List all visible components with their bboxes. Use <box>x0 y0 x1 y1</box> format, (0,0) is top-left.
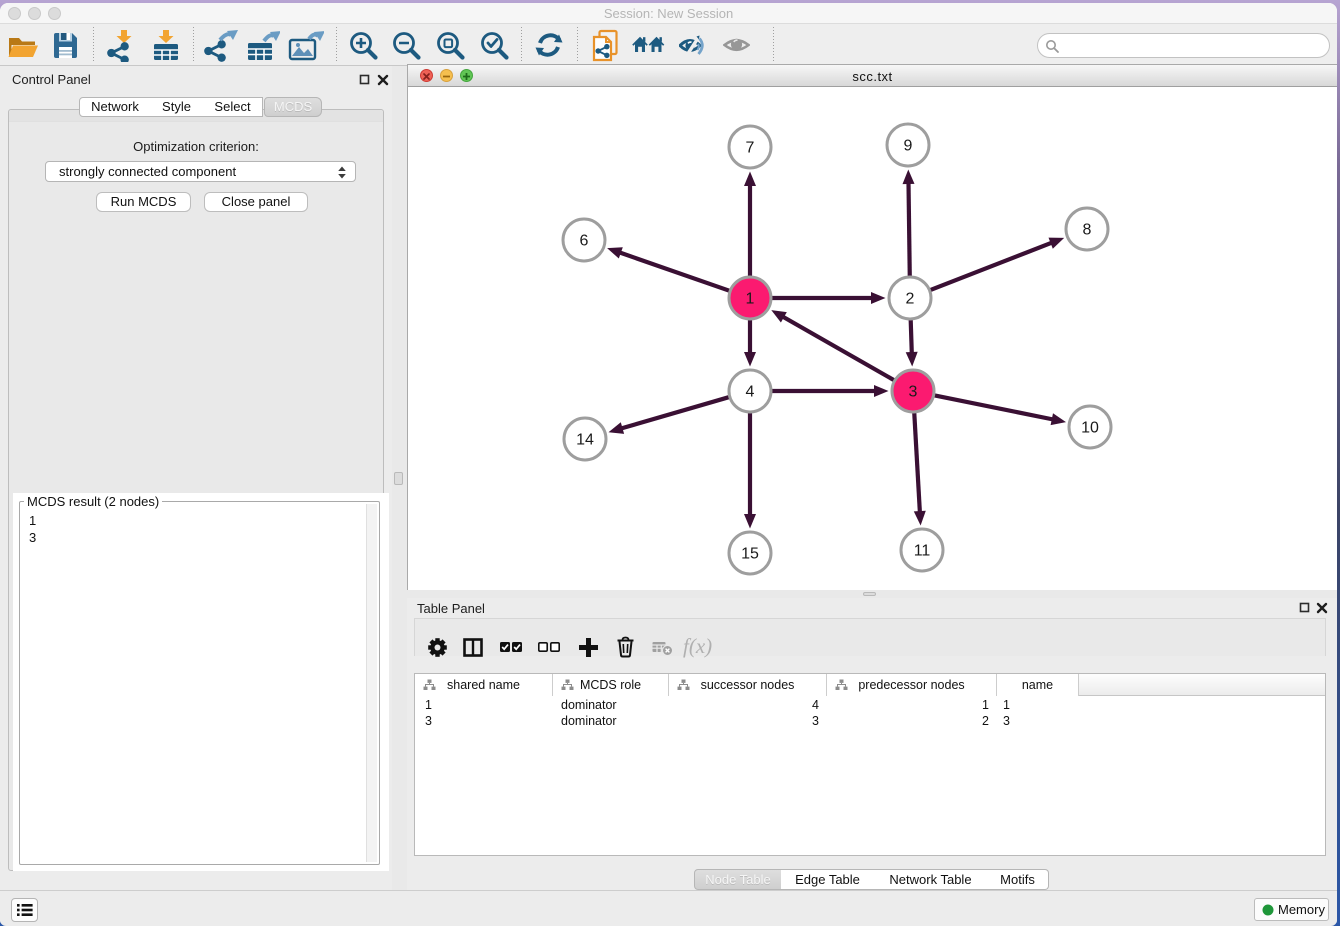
svg-text:1: 1 <box>746 291 755 308</box>
svg-text:9: 9 <box>904 138 913 155</box>
svg-text:3: 3 <box>909 384 918 401</box>
svg-text:7: 7 <box>746 140 755 157</box>
svg-text:6: 6 <box>580 233 589 250</box>
svg-text:f(x): f(x) <box>683 636 712 658</box>
svg-text:4: 4 <box>746 384 755 401</box>
svg-text:14: 14 <box>576 432 594 449</box>
svg-text:2: 2 <box>906 291 915 308</box>
svg-text:8: 8 <box>1083 222 1092 239</box>
svg-text:11: 11 <box>914 543 931 560</box>
svg-text:15: 15 <box>741 546 759 563</box>
svg-text:10: 10 <box>1081 420 1099 437</box>
